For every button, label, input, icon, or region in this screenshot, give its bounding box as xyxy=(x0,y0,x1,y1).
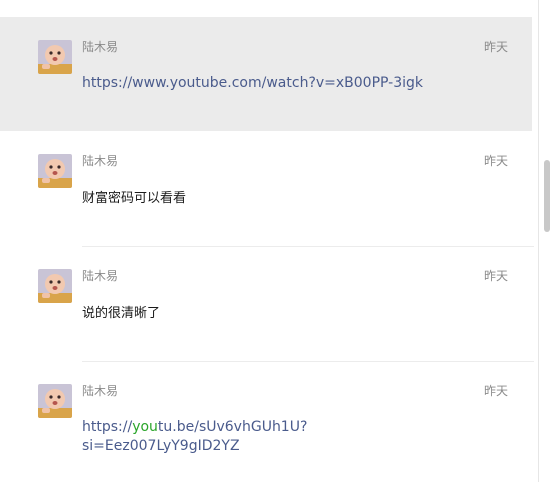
message-item[interactable]: 陆木易 昨天 说的很清晰了 xyxy=(0,246,532,361)
message-item[interactable]: 陆木易 昨天 财富密码可以看看 xyxy=(0,131,532,246)
avatar[interactable] xyxy=(38,269,72,303)
message-link-line2[interactable]: si=Eez007LyY9gID2YZ xyxy=(82,437,307,456)
message-link[interactable]: https://www.youtube.com/watch?v=xB00PP-3… xyxy=(82,75,423,91)
message-text: 财富密码可以看看 xyxy=(82,191,187,206)
avatar[interactable] xyxy=(38,40,72,74)
scrollbar-thumb[interactable] xyxy=(544,160,550,232)
sender-name: 陆木易 xyxy=(82,154,119,168)
message-time: 昨天 xyxy=(483,154,508,168)
scrollbar[interactable] xyxy=(538,0,552,482)
message-time: 昨天 xyxy=(483,384,508,398)
avatar[interactable] xyxy=(38,384,72,418)
message-time: 昨天 xyxy=(483,40,508,54)
sender-name: 陆木易 xyxy=(82,384,119,398)
avatar[interactable] xyxy=(38,154,72,188)
message-time: 昨天 xyxy=(483,269,508,283)
message-text: 说的很清晰了 xyxy=(82,306,161,321)
message-text: https://youtu.be/sUv6vhGUh1U? si=Eez007L… xyxy=(82,418,307,456)
message-item[interactable]: 陆木易 昨天 https://youtu.be/sUv6vhGUh1U? si=… xyxy=(0,361,532,482)
message-list: 陆木易 昨天 https://www.youtube.com/watch?v=x… xyxy=(0,0,556,482)
link-part: https:// xyxy=(82,419,133,435)
link-highlight: you xyxy=(132,419,158,435)
link-part: tu.be/sUv6vhGUh1U? xyxy=(157,419,308,435)
sender-name: 陆木易 xyxy=(82,40,119,54)
scrollbar-track xyxy=(538,0,539,482)
message-item[interactable]: 陆木易 昨天 https://www.youtube.com/watch?v=x… xyxy=(0,17,532,131)
message-link[interactable]: https://youtu.be/sUv6vhGUh1U? xyxy=(82,418,307,437)
sender-name: 陆木易 xyxy=(82,269,119,283)
message-text: https://www.youtube.com/watch?v=xB00PP-3… xyxy=(82,74,423,93)
